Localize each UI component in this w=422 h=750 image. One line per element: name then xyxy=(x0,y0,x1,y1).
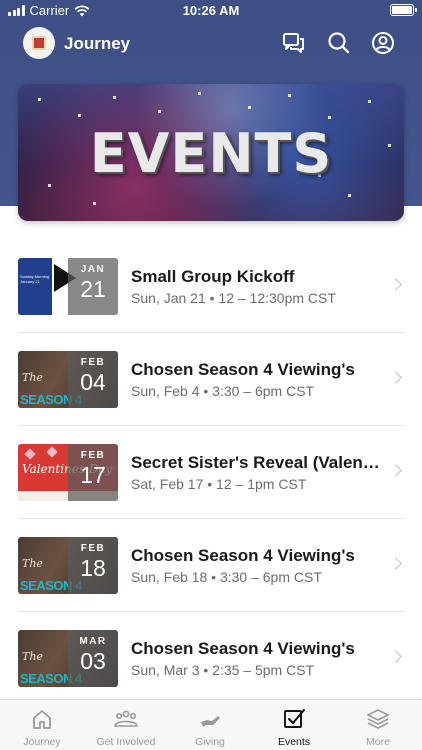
date-badge: MAR 03 xyxy=(68,630,118,687)
chat-bubbles-icon[interactable] xyxy=(281,30,307,56)
event-title: Chosen Season 4 Viewing's xyxy=(131,639,355,658)
tab-giving[interactable]: Giving xyxy=(168,700,252,750)
chevron-right-icon xyxy=(389,464,402,477)
tab-get-involved[interactable]: Get Involved xyxy=(84,700,168,750)
chevron-right-icon xyxy=(389,557,402,570)
search-icon[interactable] xyxy=(326,30,352,56)
tab-label: Events xyxy=(277,736,311,748)
tab-label: Journey xyxy=(23,736,61,748)
tab-label: Get Involved xyxy=(96,736,156,748)
layers-icon xyxy=(367,709,389,729)
group-icon xyxy=(114,710,138,727)
tab-more[interactable]: More xyxy=(336,700,420,750)
status-time: 10:26 AM xyxy=(182,3,240,18)
events-banner: EVENTS xyxy=(18,84,404,221)
giving-hand-icon xyxy=(201,716,220,727)
badge-month: FEB xyxy=(80,450,106,461)
chevron-right-icon xyxy=(389,650,402,663)
date-badge: FEB 04 xyxy=(68,351,118,408)
badge-month: JAN xyxy=(80,264,106,275)
event-row[interactable]: The SEASON 4 MAR 03 Chosen Season 4 View… xyxy=(0,612,422,705)
banner-title: EVENTS xyxy=(89,122,333,185)
tab-label: Giving xyxy=(195,736,225,748)
event-subtitle: Sun, Mar 3 • 2:35 – 5pm CST xyxy=(131,662,315,678)
event-subtitle: Sun, Feb 4 • 3:30 – 6pm CST xyxy=(131,383,315,399)
tab-bar: Journey Get Involved Giving Events More xyxy=(0,699,422,750)
chevron-right-icon xyxy=(389,371,402,384)
date-badge: FEB 17 xyxy=(68,444,118,501)
event-thumbnail: The SEASON 4 MAR 03 xyxy=(18,630,118,687)
badge-day: 17 xyxy=(80,462,106,488)
event-thumbnail: Sunday Morning January 21 JAN 21 xyxy=(18,258,118,315)
nav-bar: Journey xyxy=(0,26,422,62)
event-subtitle: Sun, Jan 21 • 12 – 12:30pm CST xyxy=(131,290,336,306)
badge-month: FEB xyxy=(80,357,106,368)
event-subtitle: Sun, Feb 18 • 3:30 – 6pm CST xyxy=(131,569,322,585)
battery-icon xyxy=(390,4,417,16)
thumbnail-text: Sunday Morning January 21 xyxy=(20,274,50,284)
checklist-icon xyxy=(284,709,305,728)
home-icon xyxy=(33,710,51,729)
badge-day: 18 xyxy=(80,555,106,581)
thumbnail-text: The xyxy=(22,557,43,570)
tab-events[interactable]: Events xyxy=(252,700,336,750)
badge-day: 03 xyxy=(80,648,106,674)
badge-month: MAR xyxy=(79,636,107,647)
date-badge: JAN 21 xyxy=(68,258,118,315)
event-title: Small Group Kickoff xyxy=(131,267,295,286)
event-row[interactable]: Sunday Morning January 21 JAN 21 Small G… xyxy=(0,240,422,333)
date-badge: FEB 18 xyxy=(68,537,118,594)
church-logo-avatar[interactable] xyxy=(23,27,55,59)
event-row[interactable]: The SEASON 4 FEB 04 Chosen Season 4 View… xyxy=(0,333,422,426)
event-thumbnail: Valentines Day FEB 17 xyxy=(18,444,118,501)
tab-label: More xyxy=(366,736,390,748)
profile-icon[interactable] xyxy=(370,30,396,56)
chevron-right-icon xyxy=(389,278,402,291)
thumbnail-text: The xyxy=(22,650,43,663)
event-thumbnail: The SEASON 4 FEB 04 xyxy=(18,351,118,408)
event-subtitle: Sat, Feb 17 • 12 – 1pm CST xyxy=(131,476,307,492)
badge-month: FEB xyxy=(80,543,106,554)
event-row[interactable]: The SEASON 4 FEB 18 Chosen Season 4 View… xyxy=(0,519,422,612)
event-title: Chosen Season 4 Viewing's xyxy=(131,360,355,379)
app-title: Journey xyxy=(64,34,131,53)
tab-journey[interactable]: Journey xyxy=(0,700,84,750)
badge-day: 21 xyxy=(80,276,106,302)
event-title: Chosen Season 4 Viewing's xyxy=(131,546,355,565)
event-title: Secret Sister's Reveal (Valentine's Day) xyxy=(131,453,383,472)
status-bar: Carrier 10:26 AM xyxy=(0,0,422,22)
event-row[interactable]: Valentines Day FEB 17 Secret Sister's Re… xyxy=(0,426,422,519)
thumbnail-text: The xyxy=(22,371,43,384)
badge-day: 04 xyxy=(80,369,106,395)
event-thumbnail: The SEASON 4 FEB 18 xyxy=(18,537,118,594)
